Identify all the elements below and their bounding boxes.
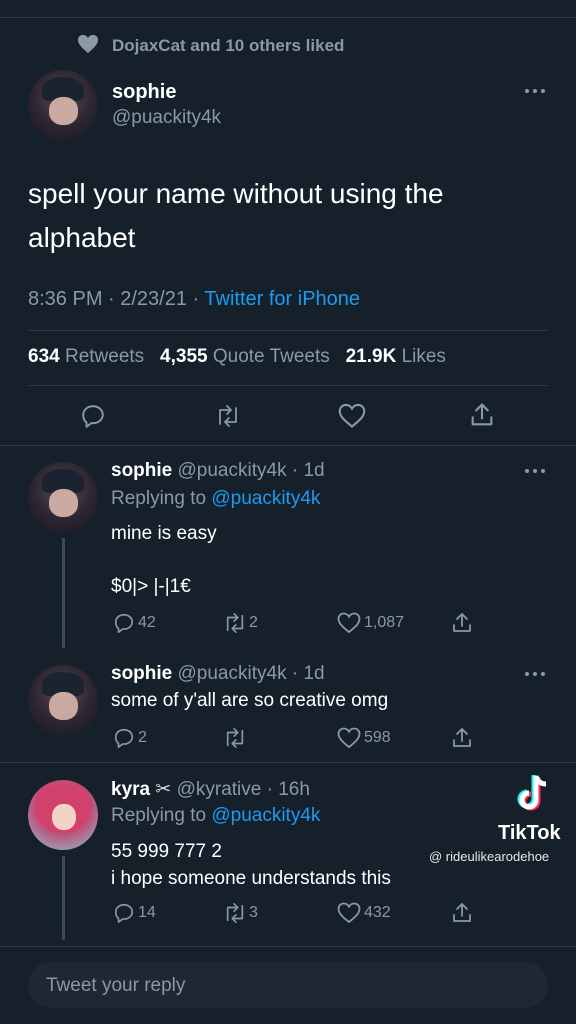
retweet-icon [222, 612, 248, 634]
avatar[interactable] [28, 780, 98, 850]
retweet-icon[interactable] [214, 403, 242, 429]
tweet-text: spell your name without using the alphab… [28, 172, 444, 260]
like-icon[interactable] [338, 403, 366, 429]
like-count: 1,087 [364, 614, 405, 631]
replying-to-link[interactable]: @puackity4k [211, 488, 320, 509]
likes-stat[interactable]: 21.9K Likes [346, 346, 446, 367]
retweet-icon [222, 727, 248, 749]
retweets-stat[interactable]: 634 Retweets [28, 346, 144, 367]
tiktok-logo-icon [514, 772, 554, 816]
retweet-action[interactable] [222, 727, 249, 749]
quotes-count: 4,355 [160, 346, 208, 367]
more-options-icon[interactable] [524, 669, 546, 679]
reply-input-placeholder: Tweet your reply [46, 975, 186, 996]
reply-header: kyra ✂ @kyrative · 16h [111, 778, 310, 801]
likes-label: Likes [401, 346, 446, 367]
retweet-count: 3 [249, 904, 258, 921]
share-icon[interactable] [450, 726, 474, 750]
divider [0, 445, 576, 446]
reply-text: $0|> |-|1€ [111, 576, 191, 597]
quote-tweets-stat[interactable]: 4,355 Quote Tweets [160, 346, 330, 367]
like-action[interactable]: 432 [337, 902, 391, 924]
like-action[interactable]: 1,087 [337, 612, 404, 634]
top-divider [0, 17, 576, 18]
replying-prefix: Replying to [111, 488, 212, 509]
reply-count: 42 [138, 614, 156, 631]
quotes-label: Quote Tweets [212, 346, 330, 367]
divider [0, 762, 576, 763]
scissors-icon: ✂ [155, 779, 172, 800]
reply-meta: @kyrative · 16h [176, 779, 310, 800]
retweet-action[interactable]: 2 [222, 612, 258, 634]
reply-header: sophie @puackity4k · 1d [111, 663, 325, 685]
replying-prefix: Replying to [111, 805, 212, 826]
thread-line [62, 856, 65, 940]
tweet-datetime: 8:36 PM · 2/23/21 · [28, 288, 205, 310]
share-icon[interactable] [450, 901, 474, 925]
avatar[interactable] [28, 665, 98, 735]
reply-icon [113, 612, 135, 634]
avatar[interactable] [28, 462, 98, 532]
divider [28, 385, 548, 386]
reply-icon [113, 727, 135, 749]
replying-to-link[interactable]: @puackity4k [211, 805, 320, 826]
liked-by-text: DojaxCat and 10 others liked [112, 36, 345, 55]
replying-to: Replying to @puackity4k [111, 805, 320, 827]
divider [0, 946, 576, 947]
like-icon [337, 727, 361, 749]
author-name[interactable]: sophie [112, 81, 176, 104]
tweet-text-line: spell your name without using the [28, 178, 444, 209]
reply-action[interactable]: 2 [113, 727, 147, 749]
share-icon[interactable] [450, 611, 474, 635]
reply-action[interactable]: 14 [113, 902, 156, 924]
reply-meta: @puackity4k · 1d [177, 663, 325, 684]
reply-icon[interactable] [80, 403, 106, 429]
replying-to: Replying to @puackity4k [111, 488, 320, 510]
like-icon [337, 902, 361, 924]
tiktok-handle: @ rideulikearodehoe [429, 849, 550, 864]
reply-author-name[interactable]: sophie [111, 460, 172, 481]
author-handle[interactable]: @puackity4k [112, 107, 221, 129]
tweet-stats: 634 Retweets 4,355 Quote Tweets 21.9K Li… [28, 346, 446, 368]
retweets-label: Retweets [64, 346, 145, 367]
likes-count: 21.9K [345, 346, 397, 367]
tweet-text-line: alphabet [28, 222, 136, 253]
retweet-count: 2 [249, 614, 258, 631]
reply-text: mine is easy [111, 523, 217, 544]
retweet-action[interactable]: 3 [222, 902, 258, 924]
heart-icon [77, 34, 99, 54]
retweets-count: 634 [28, 346, 60, 367]
like-icon [337, 612, 361, 634]
share-icon[interactable] [468, 401, 496, 429]
reply-author-name[interactable]: sophie [111, 663, 172, 684]
tweet-timestamp: 8:36 PM · 2/23/21 · Twitter for iPhone [28, 288, 360, 311]
retweet-icon [222, 902, 248, 924]
reply-action[interactable]: 42 [113, 612, 156, 634]
tiktok-brand: TikTok [498, 822, 561, 844]
reply-text: some of y'all are so creative omg [111, 690, 389, 711]
reply-count: 14 [138, 904, 156, 921]
like-count: 432 [364, 904, 391, 921]
like-count: 598 [364, 729, 391, 746]
thread-line [62, 538, 65, 648]
reply-composer[interactable]: Tweet your reply [28, 962, 548, 1008]
like-action[interactable]: 598 [337, 727, 391, 749]
reply-author-name[interactable]: kyra [111, 779, 150, 800]
more-options-icon[interactable] [524, 466, 546, 476]
reply-meta: @puackity4k · 1d [177, 460, 325, 481]
reply-icon [113, 902, 135, 924]
tweet-source[interactable]: Twitter for iPhone [204, 288, 360, 310]
reply-header: sophie @puackity4k · 1d [111, 460, 325, 482]
avatar[interactable] [28, 70, 98, 140]
reply-text: 55 999 777 2 [111, 841, 222, 862]
reply-text: i hope someone understands this [111, 868, 391, 889]
divider [28, 330, 548, 331]
reply-count: 2 [138, 729, 147, 746]
more-options-icon[interactable] [524, 86, 546, 96]
